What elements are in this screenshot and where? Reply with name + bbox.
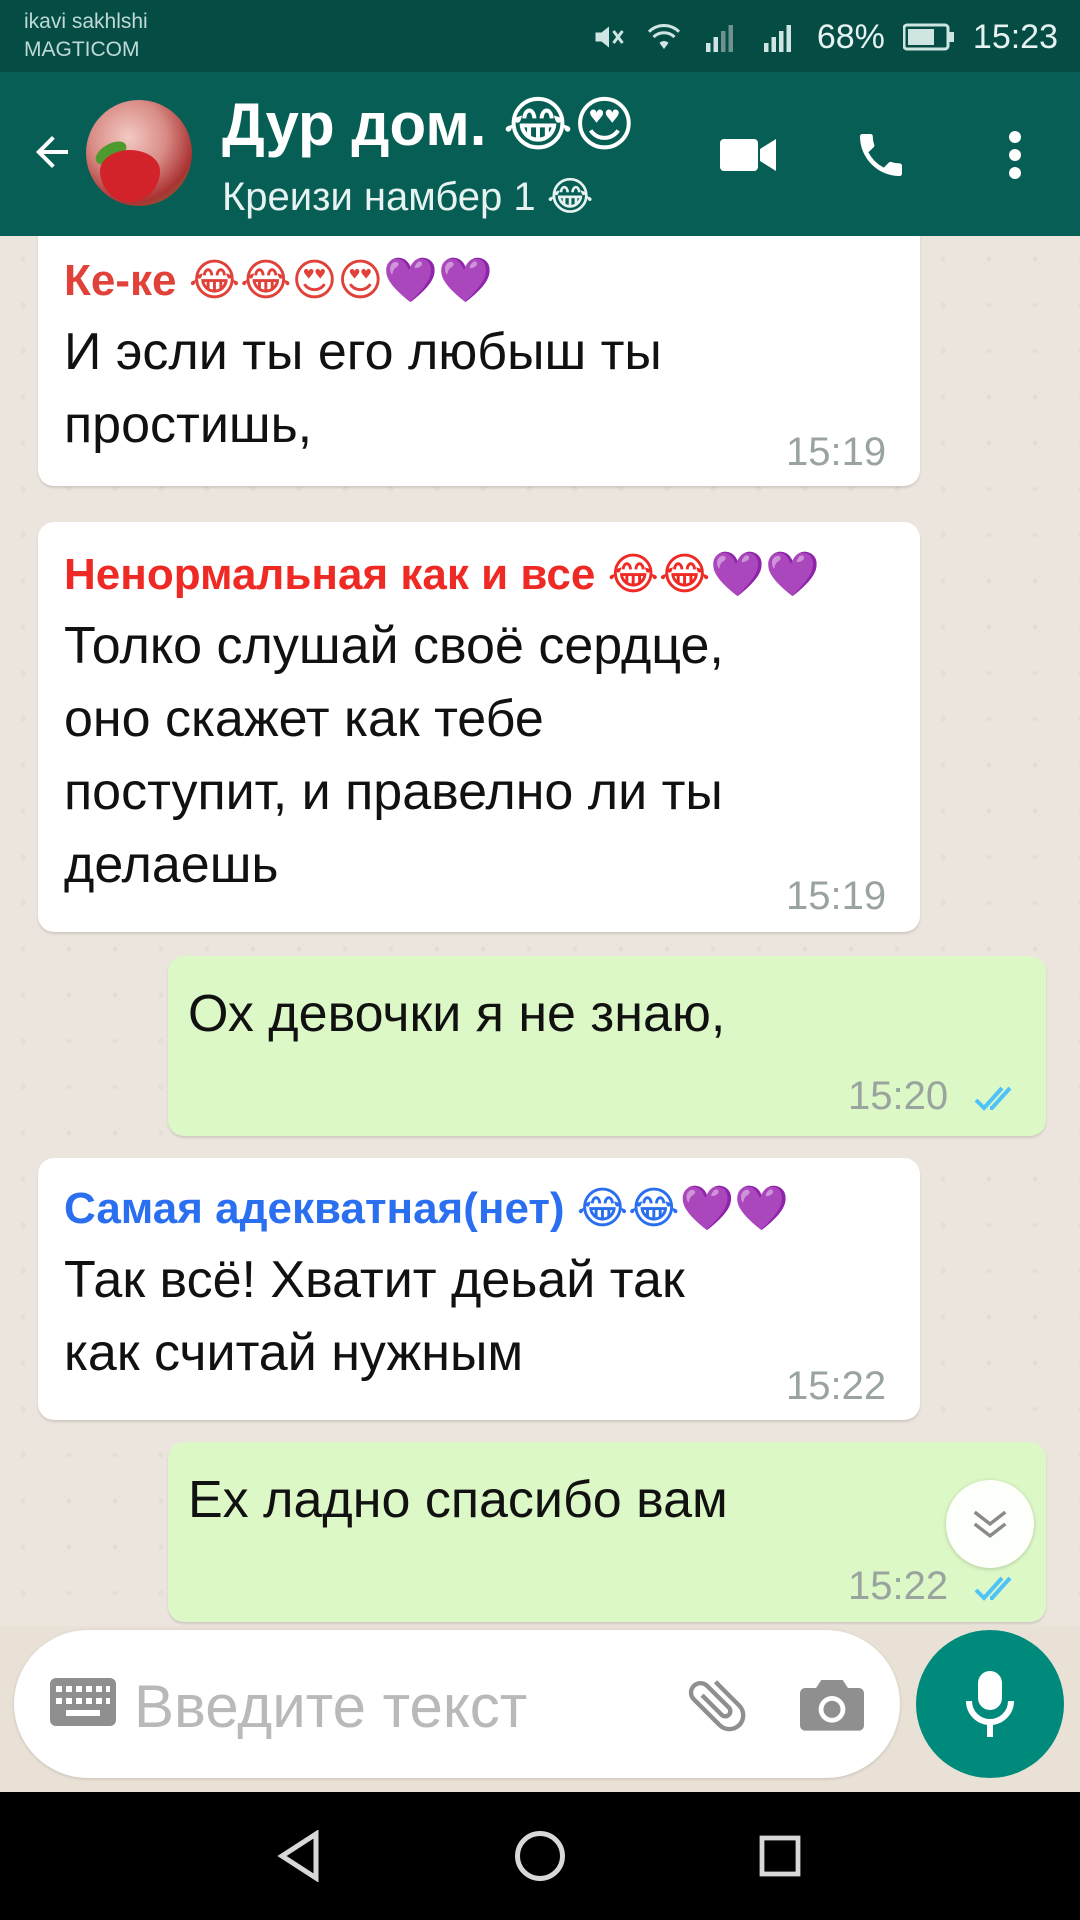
phone-icon <box>860 134 902 176</box>
message-bubble-outgoing[interactable]: Ех ладно спасибо вам 15:22 <box>168 1442 1046 1622</box>
status-bar: ikavi sakhlshi MAGTICOM 68% 15:23 <box>0 0 1080 72</box>
voice-call-button[interactable] <box>846 120 916 190</box>
nav-home-button[interactable] <box>510 1826 570 1886</box>
video-call-button[interactable] <box>714 120 784 190</box>
message-text: Так всё! Хватит деьай так как считай нуж… <box>64 1251 685 1382</box>
message-time: 15:20 <box>848 1074 949 1118</box>
nav-recents-button[interactable] <box>750 1826 810 1886</box>
system-navigation-bar <box>0 1792 1080 1920</box>
carrier-info: ikavi sakhlshi MAGTICOM <box>24 8 148 64</box>
more-vert-icon <box>1009 131 1021 179</box>
message-bubble-incoming[interactable]: Ке-ке 😂😂😍😍💜💜 И эсли ты его любыш ты прос… <box>38 236 920 486</box>
video-call-icon <box>720 139 776 171</box>
chat-title[interactable]: Дур дом. 😂😍 <box>222 90 662 160</box>
back-button[interactable] <box>22 122 82 182</box>
nav-recents-icon <box>759 1835 801 1877</box>
message-sender: Самая адекватная(нет) 😂😂💜💜 <box>64 1184 790 1233</box>
message-bubble-outgoing[interactable]: Ох девочки я не знаю, 15:20 <box>168 956 1046 1136</box>
message-time: 15:19 <box>786 430 887 474</box>
read-ticks-icon <box>974 1576 1012 1601</box>
nav-back-button[interactable] <box>270 1826 330 1886</box>
signal-icon-2 <box>759 19 799 55</box>
battery-percent: 68% <box>816 17 885 56</box>
message-text: Толко слушай своё сердце, оно скажет как… <box>64 617 724 894</box>
voice-message-button[interactable] <box>916 1630 1064 1778</box>
back-arrow-icon <box>36 136 68 168</box>
message-composer: Введите текст <box>14 1630 900 1778</box>
message-input[interactable]: Введите текст <box>134 1672 527 1741</box>
carrier-line-1: ikavi sakhlshi <box>24 10 148 33</box>
message-bubble-incoming[interactable]: Ненормальная как и все 😂😂💜💜 Толко слушай… <box>38 522 920 932</box>
attach-icon[interactable] <box>682 1670 752 1740</box>
group-avatar[interactable] <box>86 100 192 206</box>
message-time: 15:22 <box>848 1564 949 1608</box>
mute-icon <box>591 19 627 55</box>
chat-subtitle[interactable]: Креизи намбер 1 😂 <box>222 174 662 220</box>
chat-header: Дур дом. 😂😍 Креизи намбер 1 😂 <box>0 72 1080 236</box>
more-options-button[interactable] <box>980 120 1050 190</box>
nav-home-icon <box>515 1831 565 1881</box>
message-text: И эсли ты его любыш ты простишь, <box>64 323 662 454</box>
message-sender: Ненормальная как и все 😂😂💜💜 <box>64 550 820 599</box>
chevron-down-icon <box>973 1510 1007 1539</box>
keyboard-icon[interactable] <box>50 1678 116 1726</box>
message-time: 15:19 <box>786 874 887 918</box>
message-bubble-incoming[interactable]: Самая адекватная(нет) 😂😂💜💜 Так всё! Хват… <box>38 1158 920 1420</box>
message-text: Ох девочки я не знаю, <box>188 985 726 1043</box>
signal-icon-1 <box>701 19 741 55</box>
message-sender: Ке-ке 😂😂😍😍💜💜 <box>64 256 493 305</box>
read-ticks-icon <box>974 1086 1012 1111</box>
scroll-to-bottom-button[interactable] <box>946 1480 1034 1568</box>
message-time: 15:22 <box>786 1364 887 1408</box>
nav-back-icon <box>277 1830 319 1882</box>
wifi-icon <box>645 19 683 55</box>
message-text: Ех ладно спасибо вам <box>188 1471 728 1529</box>
message-list[interactable]: Ке-ке 😂😂😍😍💜💜 И эсли ты его любыш ты прос… <box>0 236 1080 1626</box>
camera-icon[interactable] <box>800 1674 864 1734</box>
clock: 15:23 <box>972 17 1058 56</box>
carrier-line-2: MAGTICOM <box>24 38 140 61</box>
mic-icon <box>966 1671 1014 1737</box>
battery-icon <box>902 22 955 52</box>
